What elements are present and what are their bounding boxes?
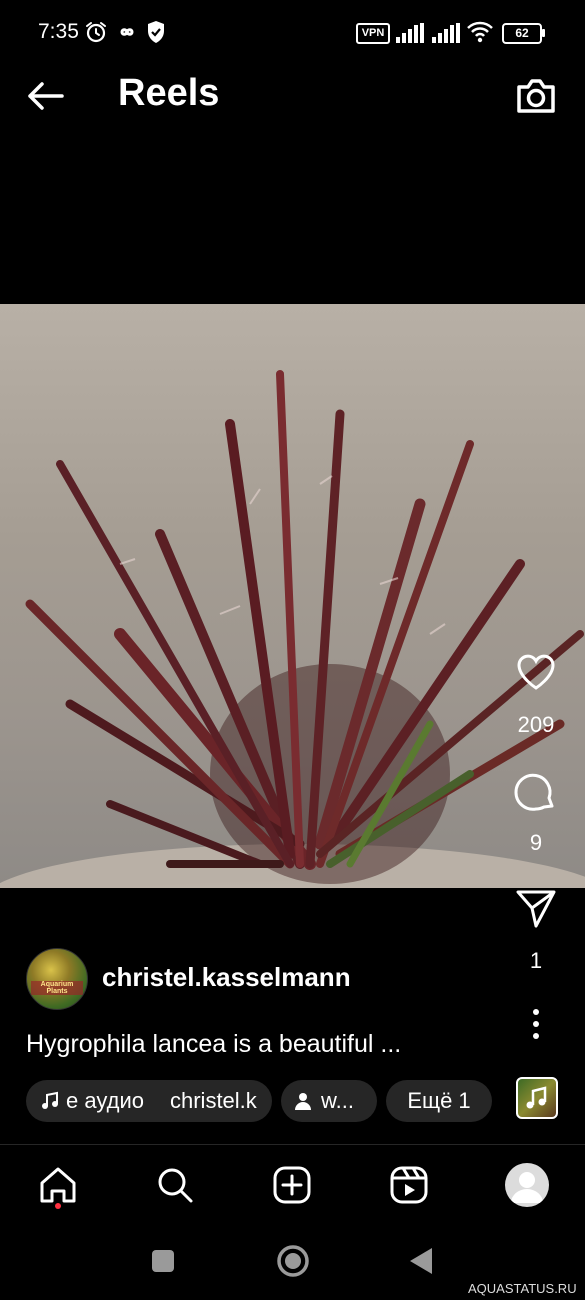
more-chip[interactable]: Ещё 1 <box>386 1080 492 1122</box>
user-icon <box>295 1093 311 1110</box>
vpn-badge: VPN <box>356 23 390 44</box>
home-icon[interactable] <box>38 1165 78 1205</box>
heart-icon[interactable] <box>514 650 558 694</box>
profile-icon[interactable] <box>505 1163 549 1207</box>
music-note-icon <box>42 1091 58 1109</box>
battery-tip <box>542 29 545 37</box>
music-note-icon <box>526 1086 547 1109</box>
create-icon[interactable] <box>272 1165 312 1205</box>
bottom-nav <box>0 1144 585 1225</box>
camera-icon[interactable] <box>513 73 559 119</box>
tagged-user-chip[interactable]: w... <box>281 1080 377 1122</box>
comment-icon[interactable] <box>514 770 558 814</box>
audio-label: е аудио <box>66 1088 144 1113</box>
reels-header: Reels <box>0 64 585 134</box>
signal-icon <box>396 23 424 43</box>
audio-thumbnail[interactable] <box>516 1077 558 1119</box>
shield-check-icon <box>148 21 164 43</box>
more-chip-label: Ещё 1 <box>407 1088 471 1113</box>
comment-count: 9 <box>529 830 543 855</box>
wifi-icon <box>467 21 493 43</box>
reels-icon[interactable] <box>389 1165 429 1205</box>
author-avatar[interactable]: Aquarium Plants <box>26 948 88 1010</box>
back-button[interactable] <box>408 1246 434 1276</box>
arrow-left-icon[interactable] <box>24 76 68 116</box>
page-title: Reels <box>118 72 220 114</box>
plant-image <box>0 370 585 888</box>
avatar-label: Aquarium Plants <box>31 981 83 995</box>
audio-chip[interactable]: е аудио christel.k <box>26 1080 272 1122</box>
notification-dot <box>55 1203 61 1209</box>
author-username[interactable]: christel.kasselmann <box>102 962 351 993</box>
watermark: AQUASTATUS.RU <box>468 1281 577 1296</box>
post-caption[interactable]: Hygrophila lancea is a beautiful ... <box>26 1030 401 1059</box>
infinity-icon <box>120 28 134 36</box>
search-icon[interactable] <box>155 1165 195 1205</box>
status-bar: 7:35 VPN 62 <box>0 0 585 64</box>
reels-screen: 7:35 VPN 62 Reels 209 9 1 Aquarium Plant… <box>0 0 585 1300</box>
alarm-icon <box>86 22 106 43</box>
recents-button[interactable] <box>150 1248 176 1274</box>
signal-icon <box>432 23 460 43</box>
share-count: 1 <box>529 948 543 973</box>
reel-video[interactable] <box>0 304 585 888</box>
send-icon[interactable] <box>514 886 558 930</box>
audio-author: christel.k <box>170 1088 257 1113</box>
battery-indicator: 62 <box>502 23 542 44</box>
default-avatar-icon <box>511 1172 543 1203</box>
like-count: 209 <box>517 712 555 737</box>
more-vertical-icon[interactable] <box>514 1002 558 1046</box>
home-button[interactable] <box>276 1244 310 1278</box>
status-time: 7:35 <box>38 20 79 43</box>
tagged-user-label: w... <box>321 1088 355 1113</box>
